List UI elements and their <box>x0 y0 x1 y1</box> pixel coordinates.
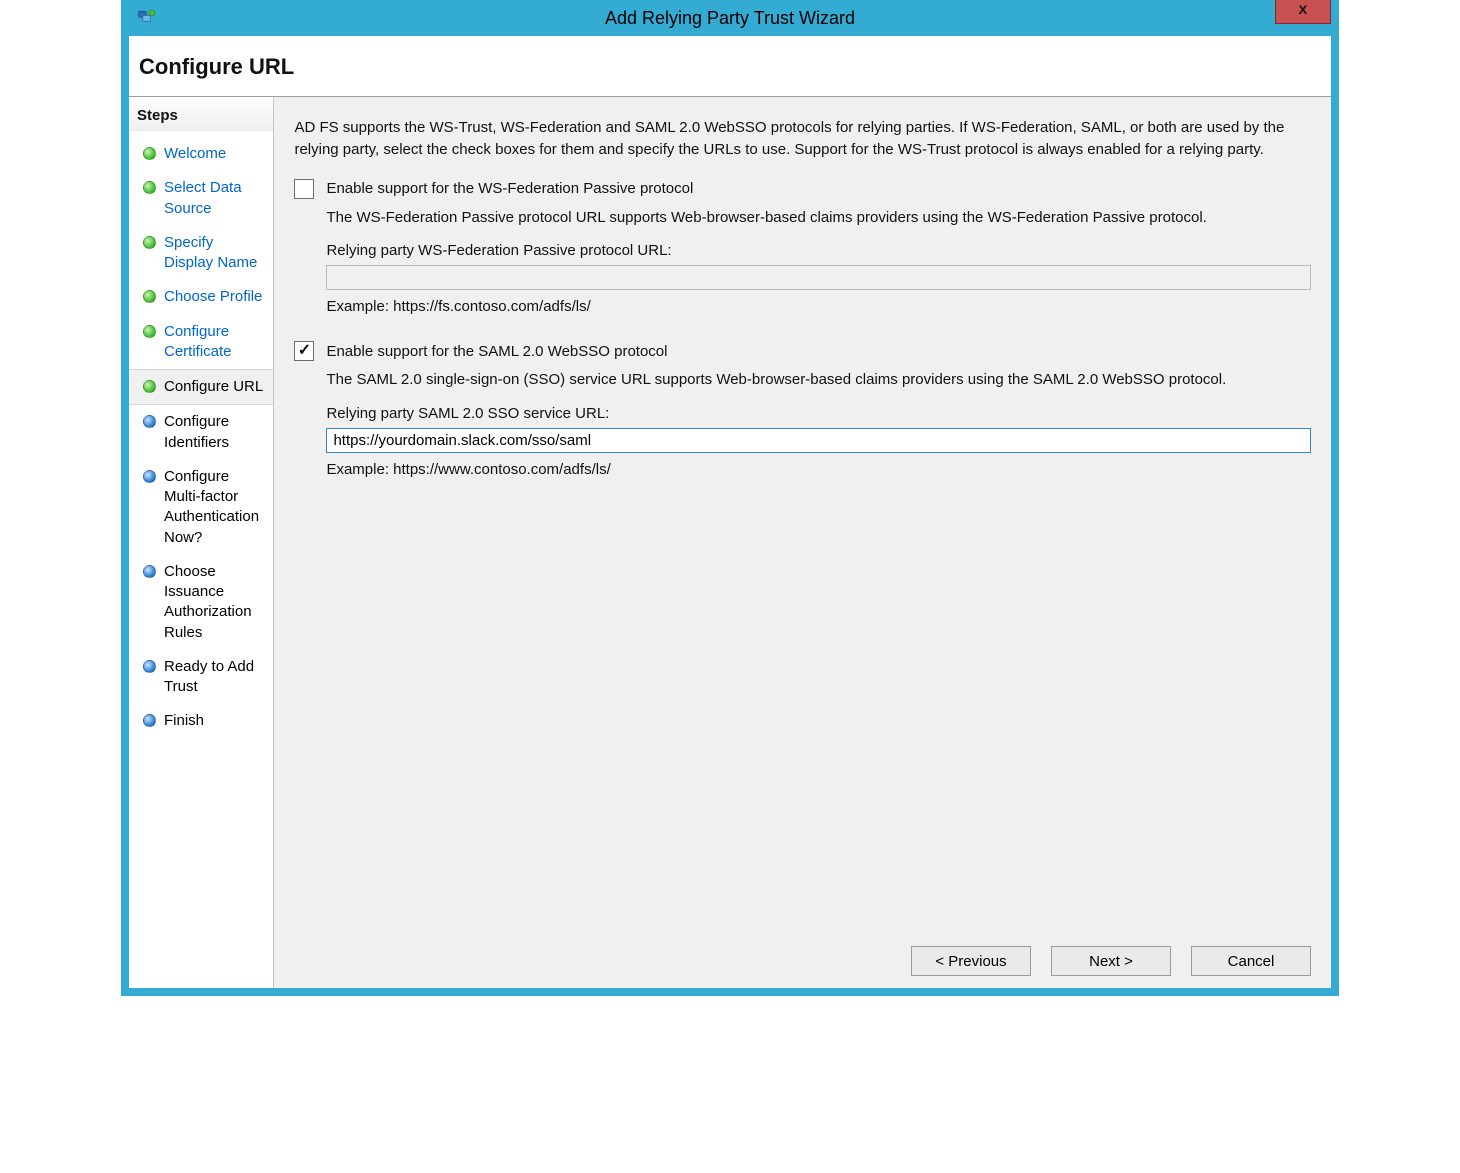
saml-description: The SAML 2.0 single-sign-on (SSO) servic… <box>326 369 1311 391</box>
step-label: Finish <box>164 711 204 731</box>
page-title: Configure URL <box>139 54 1321 80</box>
step-configure-identifiers: Configure Identifiers <box>129 405 273 460</box>
steps-list: Welcome Select Data Source Specify Displ… <box>129 131 273 739</box>
step-bullet-icon <box>143 325 156 338</box>
step-bullet-icon <box>143 714 156 727</box>
saml-url-label: Relying party SAML 2.0 SSO service URL: <box>326 405 1311 422</box>
step-label: Ready to Add Trust <box>164 657 263 698</box>
step-bullet-icon <box>143 380 156 393</box>
wizard-window: Add Relying Party Trust Wizard x Configu… <box>121 0 1339 996</box>
step-choose-profile[interactable]: Choose Profile <box>129 280 273 314</box>
steps-sidebar: Steps Welcome Select Data Source Specify… <box>129 97 274 988</box>
saml-url-input[interactable] <box>326 428 1311 453</box>
step-label: Configure Identifiers <box>164 412 263 453</box>
cancel-button[interactable]: Cancel <box>1191 946 1311 976</box>
content-pane: AD FS supports the WS-Trust, WS-Federati… <box>274 97 1331 988</box>
step-bullet-icon <box>143 147 156 160</box>
step-configure-mfa: Configure Multi-factor Authentication No… <box>129 460 273 555</box>
saml-section: Enable support for the SAML 2.0 WebSSO p… <box>294 341 1311 478</box>
close-button[interactable]: x <box>1275 0 1331 24</box>
wsfed-url-label: Relying party WS-Federation Passive prot… <box>326 242 1311 259</box>
step-bullet-icon <box>143 660 156 673</box>
steps-heading: Steps <box>129 101 273 131</box>
step-label: Welcome <box>164 144 226 164</box>
step-label: Configure URL <box>164 377 263 397</box>
step-bullet-icon <box>143 470 156 483</box>
step-choose-issuance-rules: Choose Issuance Authorization Rules <box>129 555 273 650</box>
next-button[interactable]: Next > <box>1051 946 1171 976</box>
step-label: Choose Profile <box>164 287 262 307</box>
step-label: Select Data Source <box>164 178 263 219</box>
wsfed-checkbox[interactable] <box>294 179 314 199</box>
step-bullet-icon <box>143 236 156 249</box>
app-icon <box>137 8 157 28</box>
step-welcome[interactable]: Welcome <box>129 137 273 171</box>
saml-checkbox-label: Enable support for the SAML 2.0 WebSSO p… <box>326 343 667 360</box>
wsfed-checkbox-label: Enable support for the WS-Federation Pas… <box>326 180 693 197</box>
close-icon: x <box>1299 1 1308 19</box>
step-bullet-icon <box>143 415 156 428</box>
titlebar: Add Relying Party Trust Wizard x <box>129 0 1331 36</box>
intro-text: AD FS supports the WS-Trust, WS-Federati… <box>294 117 1311 161</box>
saml-example: Example: https://www.contoso.com/adfs/ls… <box>326 461 1311 478</box>
page-header: Configure URL <box>129 36 1331 97</box>
wizard-button-row: < Previous Next > Cancel <box>294 936 1311 976</box>
step-bullet-icon <box>143 290 156 303</box>
step-label: Configure Certificate <box>164 322 263 363</box>
saml-checkbox[interactable] <box>294 341 314 361</box>
content-scroll: AD FS supports the WS-Trust, WS-Federati… <box>294 117 1311 936</box>
step-finish: Finish <box>129 704 273 738</box>
step-label: Specify Display Name <box>164 233 263 274</box>
body: Steps Welcome Select Data Source Specify… <box>129 97 1331 988</box>
step-bullet-icon <box>143 565 156 578</box>
step-configure-certificate[interactable]: Configure Certificate <box>129 315 273 370</box>
wsfed-description: The WS-Federation Passive protocol URL s… <box>326 207 1311 229</box>
wsfed-url-input <box>326 265 1311 290</box>
step-configure-url: Configure URL <box>129 369 273 405</box>
wsfed-section: Enable support for the WS-Federation Pas… <box>294 179 1311 316</box>
step-label: Configure Multi-factor Authentication No… <box>164 467 263 548</box>
step-select-data-source[interactable]: Select Data Source <box>129 171 273 226</box>
step-ready-to-add-trust: Ready to Add Trust <box>129 650 273 705</box>
step-bullet-icon <box>143 181 156 194</box>
previous-button[interactable]: < Previous <box>911 946 1031 976</box>
window-title: Add Relying Party Trust Wizard <box>605 8 855 29</box>
step-specify-display-name[interactable]: Specify Display Name <box>129 226 273 281</box>
wsfed-example: Example: https://fs.contoso.com/adfs/ls/ <box>326 298 1311 315</box>
step-label: Choose Issuance Authorization Rules <box>164 562 263 643</box>
